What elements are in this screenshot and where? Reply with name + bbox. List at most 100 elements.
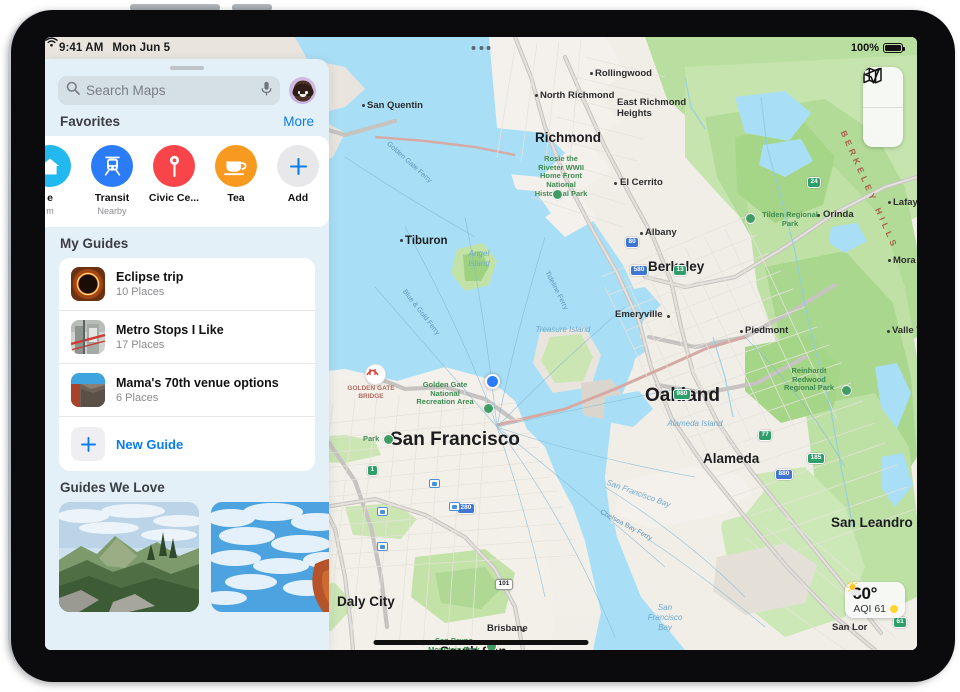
- city-dot: [640, 232, 643, 235]
- eclipse-thumbnail: [71, 267, 105, 301]
- favorites-card: e m Transit Nearby Civic Ce... Tea Add: [45, 136, 329, 227]
- search-placeholder-text: Search Maps: [86, 83, 166, 98]
- bart-station-icon[interactable]: [429, 479, 440, 488]
- location-arrow-icon: [864, 67, 881, 84]
- guide-row-metro-stops[interactable]: Metro Stops I Like 17 Places: [59, 310, 315, 363]
- guide-text: Metro Stops I Like 17 Places: [116, 323, 224, 352]
- map-controls: [863, 67, 903, 147]
- guide-name: Mama's 70th venue options: [116, 375, 279, 390]
- city-dot: [362, 104, 365, 107]
- transit-icon: [91, 145, 133, 187]
- cloudy-sky-photo: [211, 502, 329, 612]
- weather-aqi-badge[interactable]: 60° AQI 61: [845, 581, 905, 618]
- new-guide-button[interactable]: New Guide: [59, 416, 315, 471]
- screenshot-root: San Francisco Oakland Richmond Berkeley …: [0, 0, 960, 692]
- locate-me-button[interactable]: [863, 67, 903, 147]
- canyon-thumbnail: [71, 373, 105, 407]
- home-indicator[interactable]: [373, 640, 589, 645]
- mountain-forest-photo: [59, 502, 199, 612]
- guide-place-count: 17 Places: [116, 339, 165, 352]
- park-pin-icon: [483, 403, 494, 414]
- metro-thumbnail: [71, 320, 105, 354]
- guide-place-count: 6 Places: [116, 392, 159, 405]
- map-pin-icon: [153, 145, 195, 187]
- park-pin-icon: [745, 213, 756, 224]
- city-dot: [888, 259, 891, 262]
- favorite-label: Civic Ce...: [148, 192, 200, 204]
- plus-icon: [71, 427, 105, 461]
- city-dot: [887, 330, 890, 333]
- guide-text: Eclipse trip 10 Places: [116, 270, 183, 299]
- current-location-dot: [485, 374, 500, 389]
- avatar-eye: [297, 91, 301, 94]
- guide-name: Metro Stops I Like: [116, 322, 224, 337]
- guides-we-love-header: Guides We Love: [45, 471, 329, 502]
- highway-shield-580: 580: [630, 265, 648, 276]
- highway-shield-24: 24: [807, 177, 822, 188]
- new-guide-label: New Guide: [116, 436, 184, 452]
- city-dot: [667, 315, 670, 318]
- park-pin-icon: [841, 385, 852, 396]
- favorite-label: Add: [287, 192, 309, 204]
- favorite-item-civic-center[interactable]: Civic Ce...: [143, 145, 205, 216]
- guides-we-love-row: [45, 502, 329, 612]
- city-dot: [817, 214, 820, 217]
- plus-icon: [277, 145, 319, 187]
- highway-shield-13: 13: [673, 265, 688, 276]
- highway-shield-980: 980: [673, 389, 691, 400]
- city-dot: [740, 330, 743, 333]
- favorite-item-tea[interactable]: Tea: [205, 145, 267, 216]
- my-guides-header: My Guides: [45, 227, 329, 258]
- highway-shield-1: 1: [367, 465, 378, 476]
- search-icon: [66, 81, 80, 100]
- favorites-header: Favorites More: [45, 105, 329, 136]
- ipad-screen: San Francisco Oakland Richmond Berkeley …: [45, 37, 917, 650]
- user-avatar[interactable]: [289, 77, 316, 104]
- teacup-icon: [215, 145, 257, 187]
- favorite-item-transit[interactable]: Transit Nearby: [81, 145, 143, 216]
- aqi-label: AQI 61: [853, 602, 886, 615]
- city-dot: [522, 629, 525, 632]
- favorites-title: Favorites: [60, 114, 121, 129]
- favorite-sublabel: Nearby: [97, 206, 127, 216]
- guide-name: Eclipse trip: [116, 269, 184, 284]
- city-dot: [590, 72, 593, 75]
- maps-sidebar: Search Maps Favorites More e m Transit N…: [45, 59, 329, 650]
- highway-shield-77: 77: [758, 430, 773, 441]
- golden-gate-bridge-marker[interactable]: [365, 364, 386, 385]
- guides-we-love-card[interactable]: [59, 502, 199, 612]
- favorite-item-add[interactable]: Add: [267, 145, 329, 216]
- guide-place-count: 10 Places: [116, 286, 165, 299]
- favorite-label: Transit: [94, 192, 130, 204]
- guide-text: Mama's 70th venue options 6 Places: [116, 376, 279, 405]
- home-icon: [45, 145, 71, 187]
- city-dot: [400, 239, 403, 242]
- guides-we-love-card[interactable]: [211, 502, 329, 612]
- search-row: Search Maps: [45, 70, 329, 105]
- city-dot: [535, 94, 538, 97]
- bart-station-icon[interactable]: [449, 502, 460, 511]
- favorite-sublabel: m: [46, 206, 54, 216]
- search-input[interactable]: Search Maps: [58, 76, 280, 105]
- avatar-eye: [304, 91, 308, 94]
- city-dot: [888, 201, 891, 204]
- highway-shield-80: 80: [625, 237, 640, 248]
- favorite-label: Tea: [227, 192, 245, 204]
- highway-shield-61: 61: [893, 617, 908, 628]
- microphone-icon[interactable]: [261, 81, 272, 101]
- highway-shield-880: 880: [775, 469, 793, 480]
- favorite-item-home[interactable]: e m: [45, 145, 81, 216]
- highway-shield-101: 101: [495, 579, 513, 590]
- bart-station-icon[interactable]: [377, 542, 388, 551]
- favorites-more-button[interactable]: More: [283, 114, 314, 129]
- park-pin-icon: [383, 434, 394, 445]
- my-guides-title: My Guides: [60, 236, 129, 251]
- highway-shield-185: 185: [807, 453, 825, 464]
- favorite-label: e: [47, 192, 53, 204]
- city-dot: [614, 182, 617, 185]
- guide-row-mamas-venue[interactable]: Mama's 70th venue options 6 Places: [59, 363, 315, 416]
- park-pin-icon: [552, 189, 563, 200]
- guide-row-eclipse-trip[interactable]: Eclipse trip 10 Places: [59, 258, 315, 310]
- bart-station-icon[interactable]: [377, 507, 388, 516]
- guides-we-love-title: Guides We Love: [60, 480, 165, 495]
